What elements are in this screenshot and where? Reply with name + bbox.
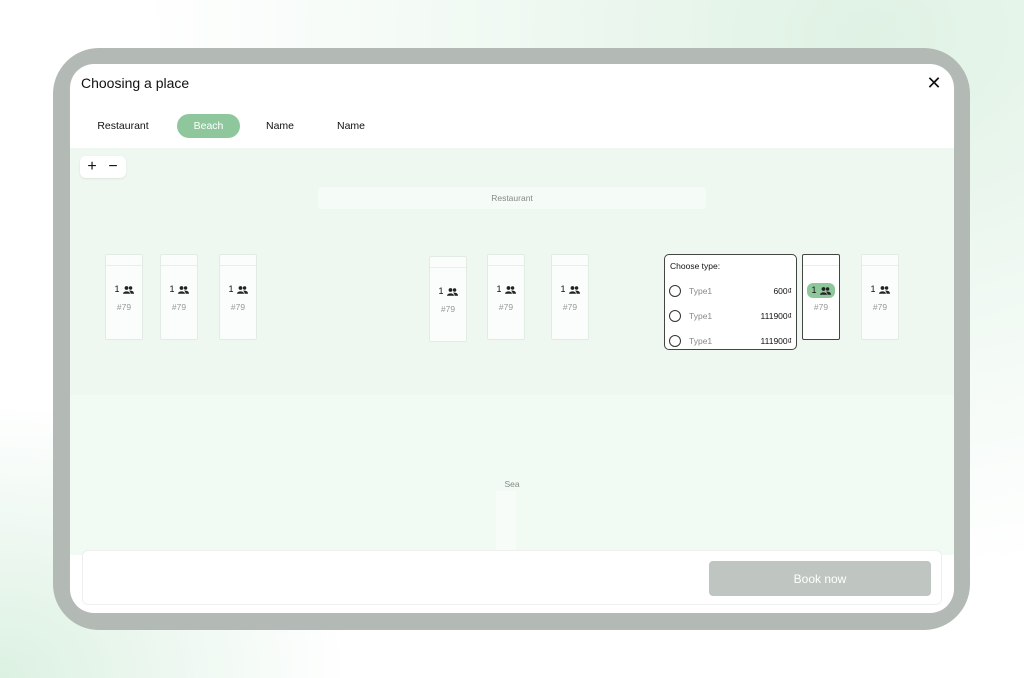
sunbed-number: #79 (230, 302, 246, 312)
capacity-count: 1 (560, 284, 566, 294)
capacity-badge: 1 (552, 284, 588, 294)
capacity-badge: 1 (161, 284, 197, 294)
sunbed-selected[interactable]: 1 #79 (802, 254, 840, 340)
sunbed-number: #79 (562, 302, 578, 312)
sunbed-number: #79 (171, 302, 187, 312)
radio-button[interactable] (669, 285, 681, 297)
people-icon (504, 285, 516, 294)
type-price: 600₫ (773, 286, 792, 296)
sunbed-headrest (161, 255, 197, 266)
tab-beach[interactable]: Beach (177, 114, 240, 138)
sunbed[interactable]: 1 #79 (551, 254, 589, 340)
pier (496, 491, 516, 555)
type-option[interactable]: Type1 600₫ (669, 282, 793, 302)
zoom-out-button[interactable]: − (103, 156, 123, 178)
sunbed-number: #79 (440, 304, 456, 314)
type-price: 111900₫ (760, 336, 792, 346)
zoom-controls: + − (80, 156, 126, 178)
capacity-badge: 1 (430, 286, 466, 296)
type-name: Type1 (689, 336, 713, 346)
tab-name-1[interactable]: Name (256, 114, 304, 138)
sunbed-headrest (862, 255, 898, 266)
capacity-count: 1 (169, 284, 175, 294)
booking-dialog: Choosing a place ✕ Restaurant Beach Name… (70, 64, 954, 613)
type-price: 111900₫ (760, 311, 792, 321)
sunbed[interactable]: 1 #79 (219, 254, 257, 340)
capacity-count: 1 (228, 284, 234, 294)
close-icon[interactable]: ✕ (926, 73, 942, 93)
popup-title: Choose type: (670, 261, 721, 271)
sunbed-headrest (220, 255, 256, 266)
radio-button[interactable] (669, 335, 681, 347)
capacity-count: 1 (496, 284, 502, 294)
radio-button[interactable] (669, 310, 681, 322)
capacity-badge: 1 (220, 284, 256, 294)
sunbed-headrest (106, 255, 142, 266)
sunbed-headrest (803, 255, 839, 266)
people-icon (122, 285, 134, 294)
tab-name-2[interactable]: Name (327, 114, 375, 138)
sunbed[interactable]: 1 #79 (429, 256, 467, 342)
people-icon (878, 285, 890, 294)
sunbed[interactable]: 1 #79 (861, 254, 899, 340)
footer-bar: Book now (82, 550, 942, 605)
capacity-count: 1 (870, 284, 876, 294)
type-name: Type1 (689, 286, 713, 296)
sunbed-headrest (430, 257, 466, 268)
type-name: Type1 (689, 311, 713, 321)
restaurant-area-label: Restaurant (318, 187, 706, 209)
sunbed-headrest (488, 255, 524, 266)
people-icon (819, 286, 831, 295)
sunbed[interactable]: 1 #79 (160, 254, 198, 340)
people-icon (568, 285, 580, 294)
capacity-badge: 1 (862, 284, 898, 294)
people-icon (446, 287, 458, 296)
people-icon (236, 285, 248, 294)
sea-label: Sea (504, 479, 520, 489)
venue-tabs: Restaurant Beach Name Name (70, 114, 954, 138)
beach-map: + − Restaurant 1 #79 1 #79 1 #79 1 #79 1 #79 1 #79 1… (70, 148, 954, 395)
capacity-badge: 1 (106, 284, 142, 294)
sea-area: Sea (70, 395, 954, 555)
dialog-title: Choosing a place (81, 75, 190, 91)
sunbed-headrest (552, 255, 588, 266)
people-icon (177, 285, 189, 294)
sunbed[interactable]: 1 #79 (105, 254, 143, 340)
sunbed-number: #79 (813, 302, 829, 312)
sunbed-number: #79 (498, 302, 514, 312)
capacity-badge: 1 (807, 283, 835, 298)
sunbed-number: #79 (116, 302, 132, 312)
type-chooser-popup: Choose type: Type1 600₫ Type1 111900₫ Ty… (664, 254, 797, 350)
capacity-count: 1 (114, 284, 120, 294)
capacity-count: 1 (438, 286, 444, 296)
sunbed[interactable]: 1 #79 (487, 254, 525, 340)
sunbed-number: #79 (872, 302, 888, 312)
zoom-in-button[interactable]: + (82, 156, 102, 178)
capacity-badge: 1 (488, 284, 524, 294)
capacity-count: 1 (811, 285, 817, 295)
type-option[interactable]: Type1 111900₫ (669, 332, 793, 352)
tab-restaurant[interactable]: Restaurant (86, 114, 160, 138)
book-now-button[interactable]: Book now (709, 561, 931, 596)
type-option[interactable]: Type1 111900₫ (669, 307, 793, 327)
